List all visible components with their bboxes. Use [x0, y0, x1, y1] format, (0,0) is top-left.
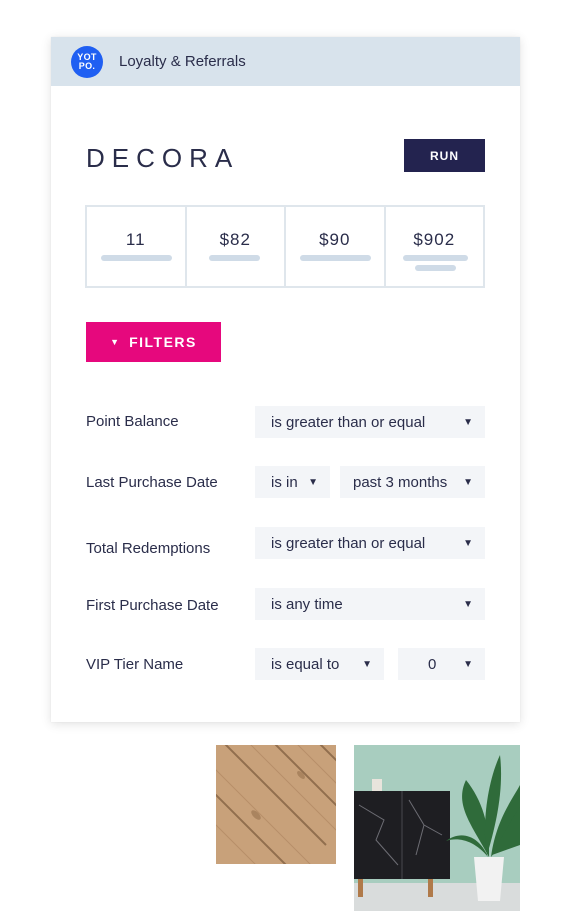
stat-value: 11 [125, 230, 146, 249]
filter-label-point-balance: Point Balance [86, 413, 179, 430]
stat-value: $902 [413, 230, 456, 249]
stat-cell: $902 [386, 207, 484, 286]
first-purchase-operator-select[interactable]: is any time ▼ [255, 588, 485, 620]
store-name: DECORA [86, 143, 240, 173]
last-purchase-operator-select[interactable]: is in ▼ [255, 466, 330, 498]
dropdown-value: is greater than or equal [271, 413, 426, 431]
caret-down-icon: ▼ [463, 658, 473, 670]
stat-cell: $90 [286, 207, 386, 286]
stat-cell: 11 [87, 207, 187, 286]
dropdown-value: is in [271, 473, 298, 491]
filter-label-first-purchase-date: First Purchase Date [86, 597, 219, 614]
stat-bar [208, 255, 260, 261]
stat-value: $82 [219, 230, 251, 249]
logo-line-2: PO. [78, 61, 96, 71]
dropdown-value: is equal to [271, 655, 340, 673]
last-purchase-period-select[interactable]: past 3 months ▼ [340, 466, 485, 498]
yotpo-logo: YOT PO. [71, 46, 103, 78]
stat-bar [101, 255, 172, 261]
caret-down-icon: ▼ [463, 537, 473, 549]
dropdown-value: 0 [428, 655, 437, 673]
caret-down-icon: ▼ [463, 416, 473, 428]
caret-down-icon: ▼ [463, 598, 473, 610]
caret-down-icon: ▼ [362, 658, 372, 670]
app-header: YOT PO. Loyalty & Referrals [51, 37, 520, 86]
stat-bar [414, 265, 456, 271]
dropdown-value: past 3 months [353, 473, 448, 491]
filter-label-total-redemptions: Total Redemptions [86, 540, 211, 557]
stat-cell: $82 [187, 207, 286, 286]
filters-label: FILTERS [129, 334, 197, 350]
point-balance-operator-select[interactable]: is greater than or equal ▼ [255, 406, 485, 438]
vip-tier-operator-select[interactable]: is equal to ▼ [255, 648, 384, 680]
loyalty-card: YOT PO. Loyalty & Referrals DECORA RUN 1… [51, 37, 520, 722]
filter-label-last-purchase-date: Last Purchase Date [86, 474, 218, 491]
dropdown-value: is any time [271, 595, 343, 613]
caret-down-icon: ▼ [308, 476, 318, 488]
furniture-photo-image [354, 745, 520, 911]
dropdown-value: is greater than or equal [271, 534, 426, 552]
filters-button[interactable]: ▼ FILTERS [86, 322, 221, 362]
wood-texture-image [216, 745, 336, 864]
stat-bar [402, 255, 468, 261]
wood-planks-graphic [216, 745, 336, 864]
cabinet-and-plant-graphic [354, 745, 520, 911]
caret-down-icon: ▼ [463, 476, 473, 488]
total-redemptions-operator-select[interactable]: is greater than or equal ▼ [255, 527, 485, 559]
stat-value: $90 [319, 230, 351, 249]
run-button[interactable]: RUN [404, 139, 485, 172]
filter-label-vip-tier-name: VIP Tier Name [86, 656, 184, 673]
app-title: Loyalty & Referrals [119, 53, 246, 70]
stats-panel: 11 $82 $90 $902 [85, 205, 485, 288]
caret-down-icon: ▼ [110, 337, 120, 347]
stat-bar [300, 255, 371, 261]
vip-tier-value-select[interactable]: 0 ▼ [398, 648, 485, 680]
